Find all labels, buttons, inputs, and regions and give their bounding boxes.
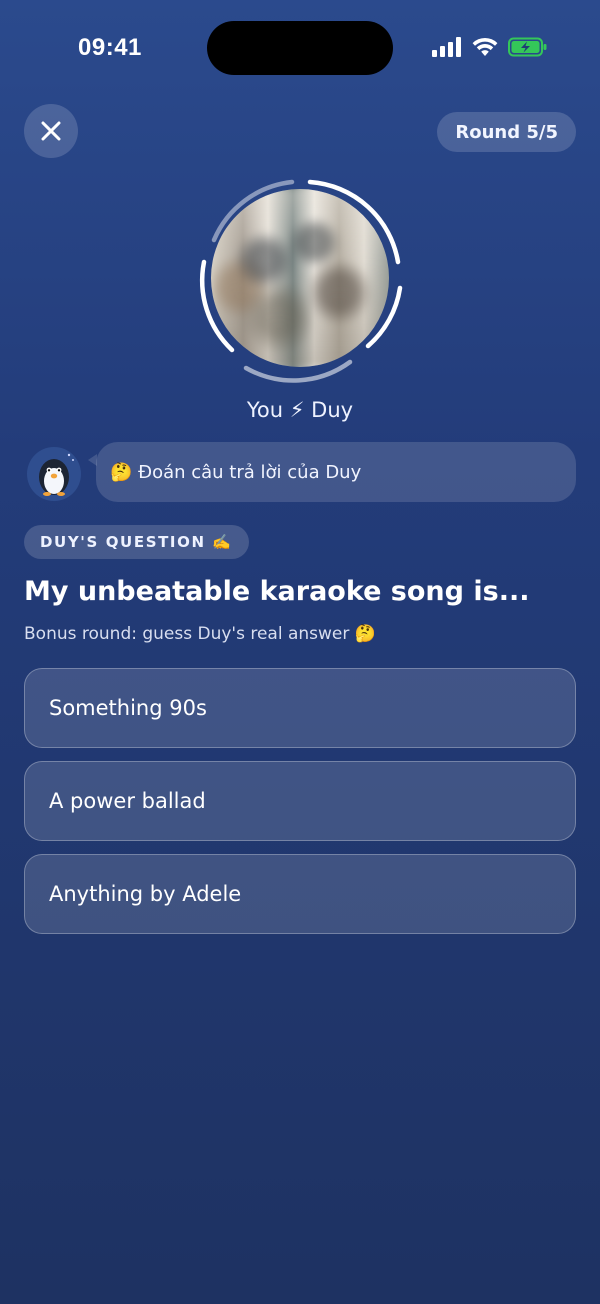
opponent-avatar [190,168,410,388]
question-title: My unbeatable karaoke song is... [24,576,530,607]
round-badge: Round 5/5 [437,112,576,152]
dynamic-island [207,21,393,75]
close-icon [41,121,61,141]
signal-icon [432,37,461,57]
status-time: 09:41 [78,34,142,61]
versus-label: You ⚡ Duy [246,398,354,422]
hint-message: 🤔 Đoán câu trả lời của Duy [110,461,362,483]
status-icons [432,37,548,57]
answer-option[interactable]: Something 90s [24,668,576,748]
avatar-photo-blurred [211,189,389,367]
question-owner-chip: DUY'S QUESTION ✍️ [24,525,249,559]
question-subtitle: Bonus round: guess Duy's real answer 🤔 [24,624,376,644]
close-button[interactable] [24,104,78,158]
answer-option[interactable]: Anything by Adele [24,854,576,934]
answer-option-label: Something 90s [49,696,207,720]
answer-option-label: A power ballad [49,789,206,813]
answer-options: Something 90s A power ballad Anything by… [24,668,576,947]
answer-option-label: Anything by Adele [49,882,242,906]
hint-speech-bubble: 🤔 Đoán câu trả lời của Duy [88,442,576,502]
answer-option[interactable]: A power ballad [24,761,576,841]
penguin-mascot-icon [27,447,81,501]
battery-charging-icon [508,37,547,57]
wifi-icon [472,37,498,56]
status-bar: 09:41 [0,0,600,96]
